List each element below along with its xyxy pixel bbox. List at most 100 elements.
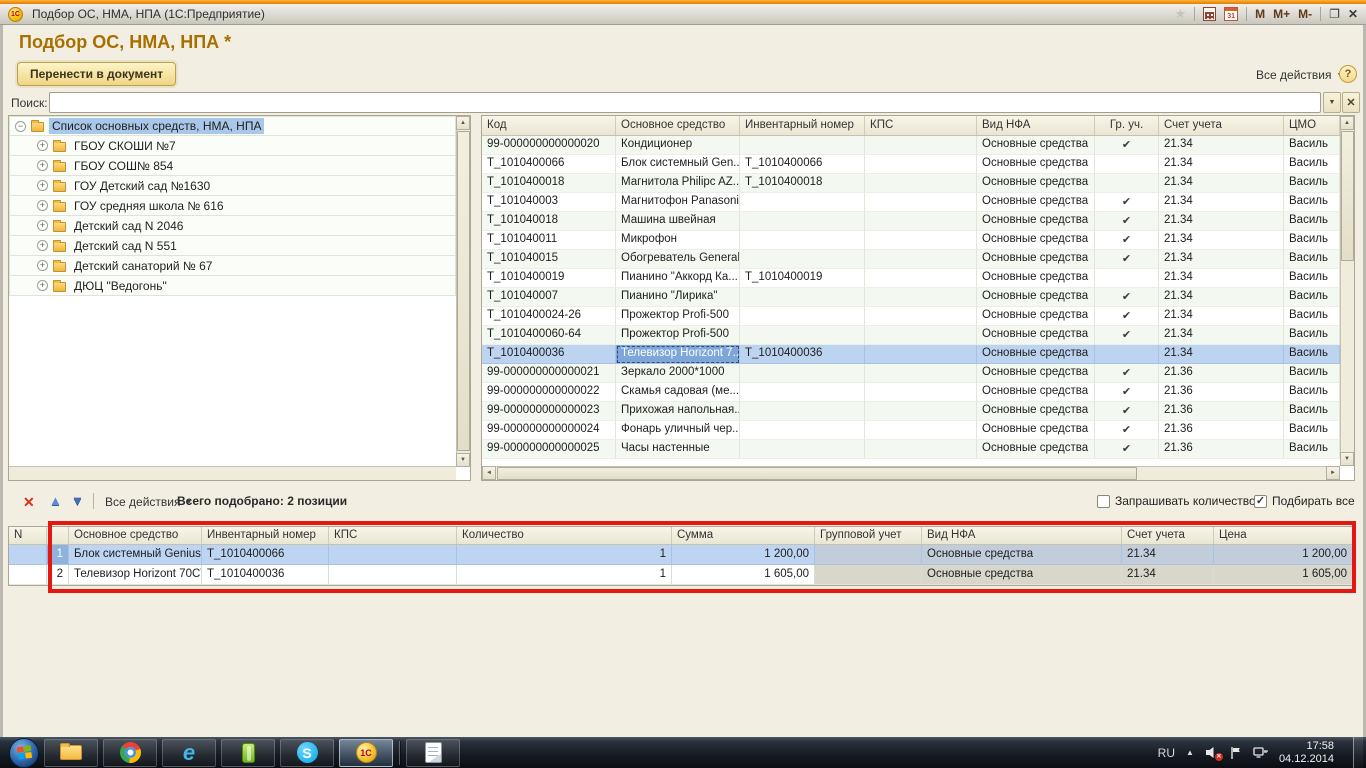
cell[interactable]: 21.34 — [1159, 250, 1284, 269]
cell[interactable]: Зеркало 2000*1000 — [616, 364, 740, 383]
search-clear-button[interactable]: ✕ — [1342, 92, 1360, 113]
taskbar-chrome-button[interactable] — [103, 739, 157, 767]
cell[interactable]: Основные средства — [977, 212, 1095, 231]
cell[interactable]: 1 — [457, 565, 672, 585]
cell[interactable]: Пианино "Аккорд Ка... — [616, 269, 740, 288]
column-header[interactable]: Вид НФА — [977, 116, 1095, 135]
cell[interactable] — [865, 345, 977, 364]
cell[interactable] — [865, 307, 977, 326]
cell[interactable]: Основные средства — [922, 545, 1122, 565]
cell[interactable]: Кондиционер — [616, 136, 740, 155]
taskbar-notepad-button[interactable] — [406, 739, 460, 767]
cell[interactable]: Скамья садовая (ме... — [616, 383, 740, 402]
cell[interactable] — [865, 193, 977, 212]
cell[interactable]: ✔ — [1095, 212, 1159, 231]
cell[interactable]: ✔ — [1095, 364, 1159, 383]
scrollbar-thumb[interactable] — [457, 131, 470, 451]
memory-plus-button[interactable]: M+ — [1273, 7, 1290, 21]
cell[interactable]: Василь — [1284, 345, 1340, 364]
cell[interactable]: 21.34 — [1159, 326, 1284, 345]
cell[interactable]: Василь — [1284, 326, 1340, 345]
cell[interactable]: Василь — [1284, 383, 1340, 402]
cell[interactable] — [865, 231, 977, 250]
asset-table-row[interactable]: Т_101040015Обогреватель GeneralОсновные … — [482, 250, 1340, 269]
cell[interactable] — [740, 364, 865, 383]
tree-item[interactable]: +ДЮЦ "Ведогонь" — [9, 276, 456, 296]
action-center-flag-icon[interactable] — [1230, 746, 1242, 760]
cell[interactable]: 21.34 — [1159, 288, 1284, 307]
expand-icon[interactable]: + — [37, 220, 48, 231]
cell[interactable]: Василь — [1284, 440, 1340, 459]
all-actions-button-top[interactable]: Все действия ▼ — [1256, 68, 1343, 82]
asset-table-row[interactable]: Т_101040018Машина швейнаяОсновные средст… — [482, 212, 1340, 231]
cell[interactable] — [740, 440, 865, 459]
column-header[interactable]: Основное средство — [69, 527, 202, 544]
cell[interactable]: Машина швейная — [616, 212, 740, 231]
cell[interactable]: Основные средства — [977, 440, 1095, 459]
tree-item[interactable]: +Детский сад N 551 — [9, 236, 456, 256]
cell[interactable]: Блок системный Genius /Pe... — [69, 545, 202, 565]
cell[interactable]: Т_1010400019 — [482, 269, 616, 288]
expand-tray-icon[interactable]: ▲ — [1186, 748, 1194, 757]
column-header[interactable]: Количество — [457, 527, 672, 544]
cell[interactable]: Основные средства — [977, 402, 1095, 421]
search-input[interactable] — [49, 92, 1321, 113]
cell[interactable]: 1 200,00 — [672, 545, 815, 565]
cell[interactable]: Прожектор Profi-500 — [616, 307, 740, 326]
network-icon[interactable] — [1253, 746, 1268, 759]
pick-all-checkbox[interactable]: ✓ Подбирать все — [1254, 494, 1355, 508]
move-up-icon[interactable]: ▲ — [49, 493, 62, 508]
cell[interactable]: Т_1010400066 — [482, 155, 616, 174]
column-header[interactable]: Инвентарный номер — [202, 527, 329, 544]
cell[interactable] — [865, 269, 977, 288]
cell[interactable]: Блок системный Gen... — [616, 155, 740, 174]
cell[interactable]: Василь — [1284, 174, 1340, 193]
cell[interactable]: Василь — [1284, 193, 1340, 212]
cell[interactable]: 99-000000000000021 — [482, 364, 616, 383]
cell[interactable] — [329, 545, 457, 565]
cell[interactable]: 1 — [47, 545, 69, 565]
cell[interactable] — [740, 193, 865, 212]
cell[interactable]: Основные средства — [977, 288, 1095, 307]
asset-table-row[interactable]: Т_1010400024-26Прожектор Profi-500Основн… — [482, 307, 1340, 326]
column-header[interactable]: N — [9, 527, 47, 544]
expand-icon[interactable]: + — [37, 180, 48, 191]
scroll-down-icon[interactable]: ▼ — [456, 453, 470, 467]
transfer-to-document-button[interactable]: Перенести в документ — [17, 62, 176, 86]
asset-table-row[interactable]: Т_1010400060-64Прожектор Profi-500Основн… — [482, 326, 1340, 345]
cell[interactable]: Основные средства — [977, 383, 1095, 402]
cell[interactable]: Основные средства — [977, 231, 1095, 250]
column-header[interactable]: Гр. уч. — [1095, 116, 1159, 135]
memory-button[interactable]: M — [1255, 7, 1265, 21]
cell[interactable]: 1 605,00 — [672, 565, 815, 585]
cell[interactable]: Основные средства — [977, 269, 1095, 288]
column-header[interactable]: Сумма — [672, 527, 815, 544]
tree-item[interactable]: +Детский сад N 2046 — [9, 216, 456, 236]
cell[interactable]: ✔ — [1095, 193, 1159, 212]
taskbar-skype-button[interactable]: S — [280, 739, 334, 767]
cell[interactable]: Т_1010400066 — [740, 155, 865, 174]
cell[interactable]: ✔ — [1095, 326, 1159, 345]
cell[interactable]: 99-000000000000024 — [482, 421, 616, 440]
cell[interactable]: 21.34 — [1159, 193, 1284, 212]
cell[interactable]: Основные средства — [977, 174, 1095, 193]
tree-vertical-scrollbar[interactable]: ▲ ▼ — [456, 116, 470, 467]
cell[interactable] — [740, 421, 865, 440]
delete-row-icon[interactable]: ✕ — [23, 494, 35, 511]
cell[interactable]: 21.34 — [1159, 269, 1284, 288]
cell[interactable]: Василь — [1284, 364, 1340, 383]
cell[interactable] — [740, 212, 865, 231]
cell[interactable]: Прихожая напольная... — [616, 402, 740, 421]
asset-table-row[interactable]: Т_101040007Пианино "Лирика"Основные сред… — [482, 288, 1340, 307]
asset-table-row[interactable]: Т_1010400018Магнитола Philipc AZ...Т_101… — [482, 174, 1340, 193]
cell[interactable] — [865, 288, 977, 307]
cell[interactable]: Т_1010400024-26 — [482, 307, 616, 326]
cell[interactable]: 99-000000000000022 — [482, 383, 616, 402]
close-icon[interactable]: ✕ — [1348, 7, 1358, 21]
cell[interactable] — [865, 250, 977, 269]
tree-item[interactable]: +Детский санаторий № 67 — [9, 256, 456, 276]
scrollbar-thumb[interactable] — [497, 467, 1137, 480]
cell[interactable] — [740, 250, 865, 269]
cell[interactable]: Т_1010400036 — [202, 565, 329, 585]
cell[interactable]: Основные средства — [977, 155, 1095, 174]
